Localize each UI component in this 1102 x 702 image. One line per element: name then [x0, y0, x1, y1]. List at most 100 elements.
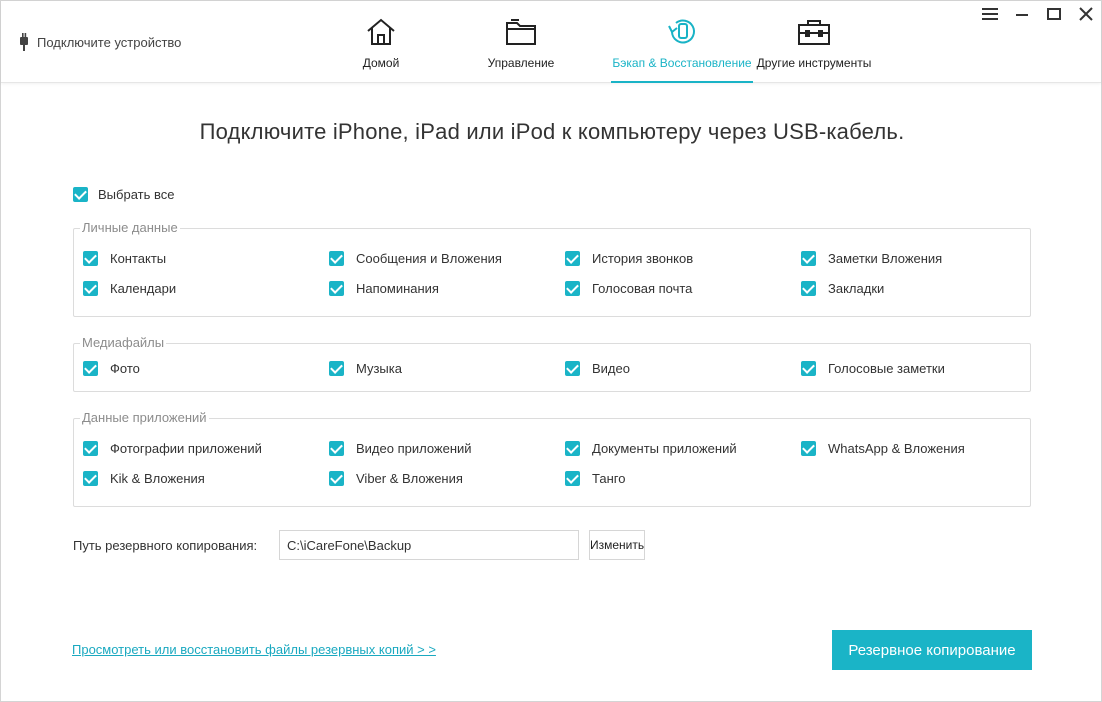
- group-title: Личные данные: [80, 220, 180, 235]
- backup-restore-icon: [665, 17, 699, 50]
- checkbox-checked-icon: [801, 281, 816, 296]
- app-window: Подключите устройство Домой Управление Б…: [0, 0, 1102, 702]
- checkbox-label: Танго: [592, 471, 626, 486]
- minimize-button[interactable]: [1013, 7, 1031, 25]
- checkbox-label: Документы приложений: [592, 441, 737, 456]
- checkbox-checked-icon: [565, 281, 580, 296]
- checkbox-checked-icon: [83, 471, 98, 486]
- close-icon: [1079, 6, 1093, 26]
- backup-path-row: Путь резервного копирования: Изменить: [73, 529, 645, 561]
- checkbox-label: Заметки Вложения: [828, 251, 943, 266]
- checkbox-app-videos[interactable]: Видео приложений: [329, 441, 472, 456]
- checkbox-label: Фотографии приложений: [110, 441, 262, 456]
- checkbox-checked-icon: [565, 361, 580, 376]
- checkbox-label: Kik & Вложения: [110, 471, 205, 486]
- tab-backup-restore-label: Бэкап & Восстановление: [612, 56, 752, 70]
- checkbox-label: Закладки: [828, 281, 885, 296]
- checkbox-label: Фото: [110, 361, 140, 376]
- checkbox-checked-icon: [329, 251, 344, 266]
- select-all-label: Выбрать все: [98, 187, 175, 202]
- checkbox-label: Голосовые заметки: [828, 361, 945, 376]
- checkbox-label: Музыка: [356, 361, 402, 376]
- checkbox-label: Контакты: [110, 251, 167, 266]
- checkbox-checked-icon: [801, 441, 816, 456]
- page-headline: Подключите iPhone, iPad или iPod к компь…: [199, 119, 905, 144]
- checkbox-checked-icon: [83, 281, 98, 296]
- checkbox-app-documents[interactable]: Документы приложений: [565, 441, 737, 456]
- checkbox-music[interactable]: Музыка: [329, 361, 402, 376]
- checkbox-app-photos[interactable]: Фотографии приложений: [83, 441, 262, 456]
- checkbox-voicemail[interactable]: Голосовая почта: [565, 281, 692, 296]
- folder-icon: [505, 17, 537, 50]
- maximize-button[interactable]: [1045, 7, 1063, 25]
- backup-path-label: Путь резервного копирования:: [73, 537, 258, 553]
- tab-backup-restore[interactable]: Бэкап & Восстановление: [611, 1, 753, 83]
- checkbox-label: Видео приложений: [356, 441, 472, 456]
- checkbox-checked-icon: [801, 361, 816, 376]
- checkbox-checked-icon: [73, 187, 88, 202]
- checkbox-messages[interactable]: Сообщения и Вложения: [329, 251, 502, 266]
- checkbox-calendars[interactable]: Календари: [83, 281, 176, 296]
- checkbox-kik[interactable]: Kik & Вложения: [83, 471, 205, 486]
- backup-path-input[interactable]: [279, 530, 579, 560]
- tab-other-tools[interactable]: Другие инструменты: [753, 1, 875, 83]
- minimize-icon: [1015, 7, 1029, 26]
- group-app-data: Данные приложений Фотографии приложений …: [73, 410, 1031, 507]
- checkbox-checked-icon: [329, 281, 344, 296]
- group-personal-data: Личные данные Контакты Сообщения и Вложе…: [73, 220, 1031, 317]
- select-all-checkbox[interactable]: Выбрать все: [73, 187, 174, 202]
- checkbox-voice-memos[interactable]: Голосовые заметки: [801, 361, 945, 376]
- backup-button[interactable]: Резервное копирование: [832, 630, 1032, 670]
- checkbox-label: Напоминания: [356, 281, 439, 296]
- checkbox-label: Сообщения и Вложения: [356, 251, 502, 266]
- checkbox-checked-icon: [83, 441, 98, 456]
- checkbox-video[interactable]: Видео: [565, 361, 630, 376]
- view-backups-link[interactable]: Просмотреть или восстановить файлы резер…: [72, 642, 436, 657]
- checkbox-checked-icon: [83, 251, 98, 266]
- checkbox-reminders[interactable]: Напоминания: [329, 281, 439, 296]
- checkbox-viber[interactable]: Viber & Вложения: [329, 471, 463, 486]
- group-media-files: Медиафайлы Фото Музыка Видео Голосовые з…: [73, 335, 1031, 392]
- checkbox-bookmarks[interactable]: Закладки: [801, 281, 884, 296]
- checkbox-label: История звонков: [592, 251, 694, 266]
- checkbox-whatsapp[interactable]: WhatsApp & Вложения: [801, 441, 965, 456]
- main-nav: Домой Управление Бэкап & Восстановление …: [331, 1, 875, 83]
- checkbox-checked-icon: [801, 251, 816, 266]
- checkbox-label: Viber & Вложения: [356, 471, 463, 486]
- device-status: Подключите устройство: [19, 33, 181, 51]
- change-path-button[interactable]: Изменить: [589, 530, 645, 560]
- device-status-text: Подключите устройство: [37, 34, 182, 50]
- checkbox-call-history[interactable]: История звонков: [565, 251, 693, 266]
- hamburger-icon: [982, 7, 998, 26]
- tab-other-tools-label: Другие инструменты: [756, 56, 872, 70]
- tab-manage-label: Управление: [487, 56, 555, 70]
- checkbox-notes[interactable]: Заметки Вложения: [801, 251, 942, 266]
- group-title: Данные приложений: [80, 410, 209, 425]
- checkbox-label: Календари: [110, 281, 177, 296]
- close-button[interactable]: [1077, 6, 1095, 26]
- toolbox-icon: [797, 17, 831, 50]
- tab-manage[interactable]: Управление: [431, 1, 611, 83]
- home-icon: [365, 17, 397, 50]
- checkbox-checked-icon: [565, 251, 580, 266]
- checkbox-label: Видео: [592, 361, 630, 376]
- checkbox-tango[interactable]: Танго: [565, 471, 625, 486]
- checkbox-checked-icon: [329, 441, 344, 456]
- checkbox-contacts[interactable]: Контакты: [83, 251, 166, 266]
- checkbox-checked-icon: [329, 361, 344, 376]
- checkbox-checked-icon: [83, 361, 98, 376]
- tab-home-label: Домой: [362, 56, 400, 70]
- tab-home[interactable]: Домой: [331, 1, 431, 83]
- maximize-icon: [1047, 7, 1061, 26]
- window-controls: [981, 6, 1095, 26]
- checkbox-photos[interactable]: Фото: [83, 361, 140, 376]
- usb-plug-icon: [19, 33, 29, 51]
- top-bar: Подключите устройство Домой Управление Б…: [1, 1, 1101, 83]
- menu-button[interactable]: [981, 7, 999, 25]
- checkbox-checked-icon: [565, 441, 580, 456]
- checkbox-checked-icon: [329, 471, 344, 486]
- checkbox-label: WhatsApp & Вложения: [828, 441, 965, 456]
- checkbox-label: Голосовая почта: [592, 281, 693, 296]
- checkbox-checked-icon: [565, 471, 580, 486]
- group-title: Медиафайлы: [80, 335, 167, 350]
